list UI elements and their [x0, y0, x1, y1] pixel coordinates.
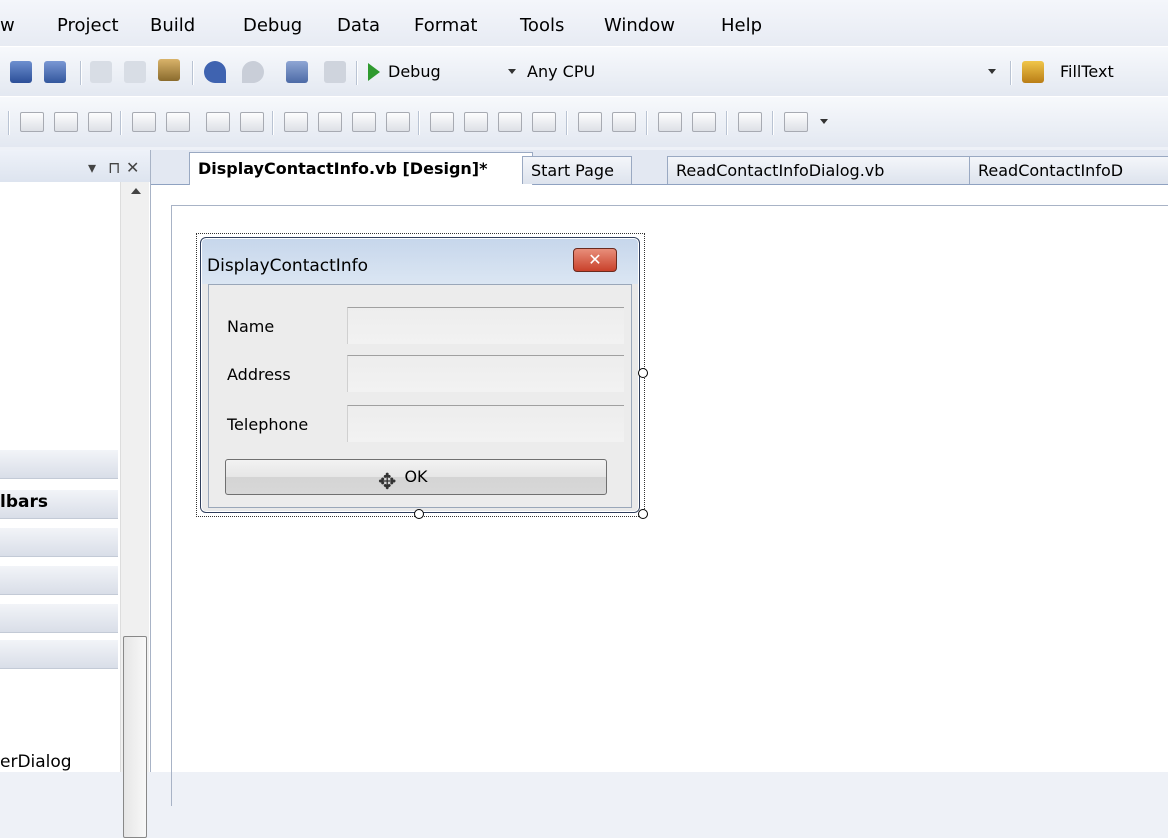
toolbox-group[interactable] — [0, 450, 118, 479]
center-vertically-icon[interactable] — [612, 112, 636, 132]
vertical-spacing-equal-icon[interactable] — [430, 112, 454, 132]
toolbox-group[interactable]: lbars — [0, 490, 118, 519]
menu-format[interactable]: Format — [414, 15, 477, 37]
paste-icon[interactable] — [158, 59, 180, 81]
toolbox-group[interactable] — [0, 528, 118, 557]
menu-bar: w Project Build Debug Data Format Tools … — [0, 0, 1168, 46]
chevron-down-icon — [508, 69, 516, 74]
layout-toolbar — [0, 96, 1168, 147]
name-textbox[interactable] — [347, 307, 624, 344]
tab-display-contact-info-design[interactable]: DisplayContactInfo.vb [Design]* — [189, 152, 533, 186]
menu-window[interactable]: Window — [604, 15, 675, 37]
telephone-textbox[interactable] — [347, 405, 624, 442]
resize-handle-bottom-right[interactable] — [638, 509, 648, 519]
make-same-width-icon[interactable] — [132, 112, 156, 132]
platform-dropdown-arrow[interactable] — [984, 59, 1006, 85]
remove-horizontal-spacing-icon[interactable] — [386, 112, 410, 132]
tab-order-icon[interactable] — [738, 112, 762, 132]
menu-help[interactable]: Help — [721, 15, 762, 37]
move-cursor-icon: ✥ — [378, 470, 397, 495]
increase-horizontal-spacing-icon[interactable] — [318, 112, 342, 132]
scroll-up-icon[interactable] — [131, 188, 141, 194]
ok-button[interactable]: ✥ OK — [225, 459, 607, 495]
designer-form[interactable]: DisplayContactInfo ✕ Name Address Teleph… — [200, 237, 640, 513]
platform-value: Any CPU — [527, 62, 596, 81]
toolbox-group[interactable] — [0, 566, 118, 595]
tab-read-contact-info-dialog[interactable]: ReadContactInfoDialog.vb — [667, 156, 973, 184]
find-value: FillText — [1060, 62, 1114, 81]
decrease-horizontal-spacing-icon[interactable] — [352, 112, 376, 132]
tab-read-contact-info-d[interactable]: ReadContactInfoD — [969, 156, 1168, 184]
menu-debug[interactable]: Debug — [243, 15, 302, 37]
remove-vertical-spacing-icon[interactable] — [532, 112, 556, 132]
name-label[interactable]: Name — [227, 317, 274, 336]
copy-icon[interactable] — [124, 61, 146, 83]
close-icon[interactable]: ✕ — [126, 158, 139, 177]
pin-icon[interactable]: ⊓ — [108, 158, 120, 177]
save-icon[interactable] — [10, 61, 32, 83]
form-close-button[interactable]: ✕ — [573, 248, 617, 272]
toolbox-panel: ▾ ⊓ ✕ lbars erDialog — [0, 150, 151, 838]
address-textbox[interactable] — [347, 355, 624, 392]
center-horizontally-icon[interactable] — [578, 112, 602, 132]
standard-toolbar: Debug Any CPU FillText — [0, 46, 1168, 97]
size-to-grid-icon[interactable] — [240, 112, 264, 132]
form-title: DisplayContactInfo — [207, 256, 368, 276]
horizontal-spacing-equal-icon[interactable] — [284, 112, 308, 132]
document-tab-strip: DisplayContactInfo.vb [Design]* Start Pa… — [151, 150, 1168, 186]
panel-menu-icon[interactable]: ▾ — [88, 158, 96, 177]
resize-handle-bottom[interactable] — [414, 509, 424, 519]
telephone-label[interactable]: Telephone — [227, 415, 308, 434]
resize-handle-right[interactable] — [638, 368, 648, 378]
toolbox-header: ▾ ⊓ ✕ — [0, 150, 150, 182]
decrease-vertical-spacing-icon[interactable] — [498, 112, 522, 132]
scrollbar-thumb[interactable] — [123, 636, 147, 838]
menu-tools[interactable]: Tools — [520, 15, 564, 37]
find-combo[interactable]: FillText — [1060, 59, 1168, 85]
tab-label: ReadContactInfoDialog.vb — [676, 161, 885, 180]
align-bottom-icon[interactable] — [88, 112, 112, 132]
cut-icon[interactable] — [90, 61, 112, 83]
increase-vertical-spacing-icon[interactable] — [464, 112, 488, 132]
ok-button-label: OK — [404, 467, 428, 486]
tab-label: Start Page — [531, 161, 614, 180]
close-icon: ✕ — [588, 250, 602, 269]
make-same-height-icon[interactable] — [166, 112, 190, 132]
address-label[interactable]: Address — [227, 365, 291, 384]
toolbox-group-label: lbars — [0, 492, 48, 512]
send-to-back-icon[interactable] — [692, 112, 716, 132]
menu-view[interactable]: w — [0, 15, 15, 37]
menu-build[interactable]: Build — [150, 15, 195, 37]
menu-data[interactable]: Data — [337, 15, 380, 37]
menu-project[interactable]: Project — [57, 15, 119, 37]
solution-config-value: Debug — [388, 62, 441, 81]
toolbox-scrollbar[interactable] — [120, 182, 149, 838]
tab-label: ReadContactInfoD — [978, 161, 1124, 180]
redo-icon[interactable] — [242, 61, 264, 83]
tab-label: DisplayContactInfo.vb [Design]* — [198, 159, 488, 178]
align-middle-icon[interactable] — [54, 112, 78, 132]
tab-start-page[interactable]: Start Page — [522, 156, 632, 184]
platform-combo[interactable]: Any CPU — [527, 59, 727, 85]
toolbox-group[interactable] — [0, 640, 118, 669]
align-top-icon[interactable] — [20, 112, 44, 132]
toolbar-overflow-icon[interactable] — [820, 119, 828, 124]
toolbox-group[interactable] — [0, 604, 118, 633]
toolbox-item[interactable]: erDialog — [0, 752, 72, 772]
make-same-size-icon[interactable] — [206, 112, 230, 132]
navigate-icon[interactable] — [286, 61, 308, 83]
lock-controls-icon[interactable] — [784, 112, 808, 132]
bring-to-front-icon[interactable] — [658, 112, 682, 132]
form-client-area: Name Address Telephone ✥ OK — [208, 284, 632, 508]
find-in-files-icon[interactable] — [1022, 61, 1044, 83]
save-all-icon[interactable] — [44, 61, 66, 83]
start-debug-icon[interactable] — [368, 63, 380, 81]
undo-icon[interactable] — [204, 61, 226, 83]
solution-icon[interactable] — [324, 61, 346, 83]
solution-config-combo[interactable]: Debug — [388, 59, 478, 85]
chevron-down-icon — [988, 69, 996, 74]
